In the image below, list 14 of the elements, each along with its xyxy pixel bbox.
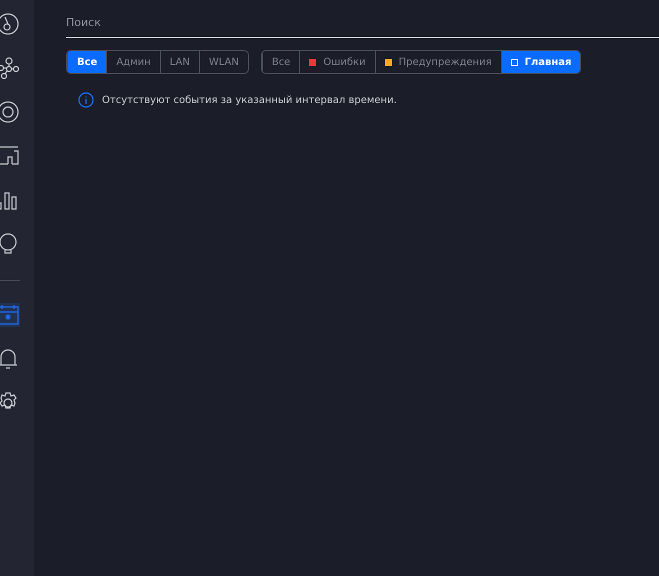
filter-tab[interactable]: Все xyxy=(262,51,300,73)
calendar-icon[interactable] xyxy=(0,303,20,327)
filter-tab[interactable]: Главная xyxy=(500,51,580,73)
info-icon xyxy=(78,92,94,108)
search-field[interactable]: Поиск xyxy=(66,14,659,38)
gauge-icon[interactable] xyxy=(0,12,20,36)
filter-tab[interactable]: WLAN xyxy=(198,51,248,73)
network-icon[interactable] xyxy=(0,56,20,80)
filter-tab[interactable]: Админ xyxy=(106,51,160,73)
filter-tab[interactable]: Ошибки xyxy=(299,51,375,73)
filter-tab[interactable]: LAN xyxy=(160,51,199,73)
filter-tab[interactable]: Все xyxy=(67,51,106,73)
bell-icon[interactable] xyxy=(0,347,20,371)
empty-message: Отсутствуют события за указанный интервал времени. xyxy=(102,94,397,106)
